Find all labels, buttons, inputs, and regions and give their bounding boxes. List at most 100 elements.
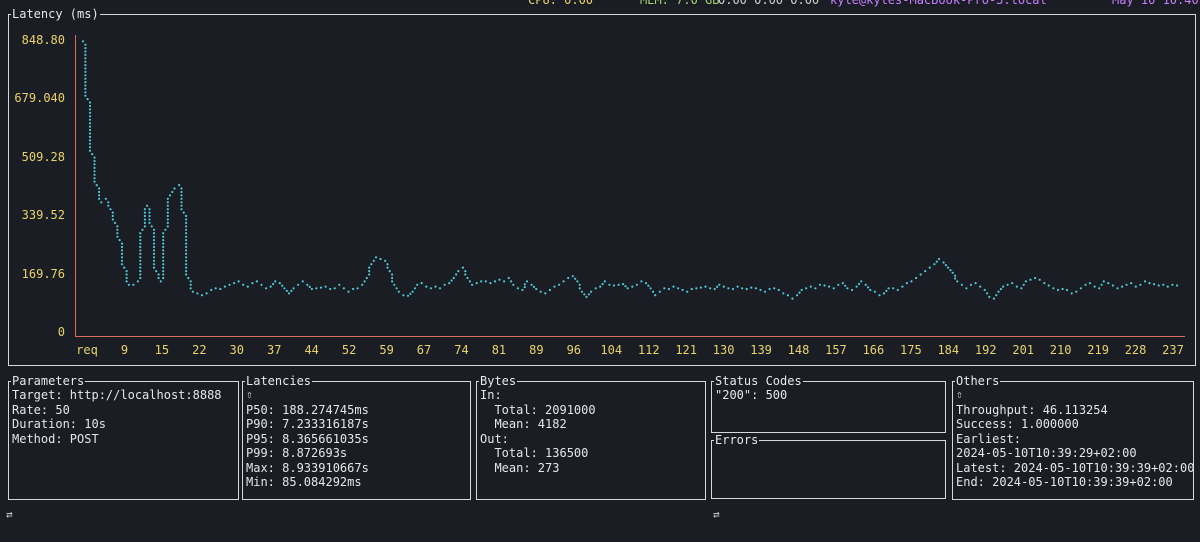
parameters-title: Parameters	[11, 374, 86, 388]
latency-point	[695, 287, 698, 290]
latency-point	[1166, 285, 1169, 288]
latency-point	[507, 276, 510, 280]
latency-point	[731, 287, 735, 291]
latency-point	[704, 285, 707, 288]
latency-point	[143, 211, 146, 214]
latency-point	[452, 276, 455, 280]
latency-point	[84, 60, 87, 63]
latency-point	[523, 283, 526, 286]
latency-point	[223, 285, 226, 288]
latency-point	[709, 287, 712, 290]
latency-point	[461, 266, 464, 269]
latency-point	[1153, 283, 1156, 286]
latency-point	[162, 259, 165, 262]
latency-point	[773, 287, 776, 290]
latency-point	[88, 101, 92, 104]
latency-point	[631, 285, 634, 288]
others-earliest-label: Earliest:	[956, 431, 1022, 446]
latency-point	[603, 280, 606, 283]
latency-point	[480, 280, 483, 283]
status-codes-body: "200": 500	[715, 388, 787, 403]
latency-point	[180, 194, 183, 197]
clock-status: May 10 10:40	[1112, 0, 1199, 7]
latency-point	[287, 292, 291, 295]
latency-point	[464, 270, 467, 273]
latency-point	[139, 259, 142, 262]
latency-point	[120, 245, 124, 249]
latency-point	[93, 177, 96, 180]
latency-point	[722, 285, 725, 288]
latency-point	[690, 287, 693, 291]
latency-point	[937, 257, 941, 261]
latency-point	[837, 283, 840, 286]
latency-point	[162, 239, 165, 242]
others-earliest-value: 2024-05-10T10:39:29+02:00	[956, 446, 1137, 460]
latency-point	[777, 288, 780, 292]
latency-point	[727, 287, 730, 290]
others-sort-icon[interactable]: ⇧	[956, 388, 1194, 403]
latency-point	[1047, 284, 1050, 287]
latency-point	[667, 287, 671, 291]
latency-point	[127, 283, 130, 286]
x-tick-label: 201	[1012, 343, 1035, 357]
latency-point	[1061, 287, 1064, 291]
latency-point	[521, 288, 524, 292]
latency-point	[148, 211, 151, 214]
latency-point	[272, 282, 275, 286]
latency-point	[372, 259, 375, 262]
latency-point	[947, 266, 950, 269]
latency-point	[185, 259, 188, 262]
latency-point	[148, 218, 151, 221]
latency-point	[180, 187, 183, 190]
latency-panel: Latency (ms) 848.80 679.040 509.28 339.52 16…	[8, 7, 1196, 366]
latency-point	[125, 270, 128, 273]
others-latest: Latest: 2024-05-10T10:39:39+02:00	[956, 460, 1195, 475]
latency-point	[251, 282, 254, 285]
latency-point	[919, 273, 922, 276]
latency-point	[88, 104, 92, 108]
latency-points	[81, 40, 1179, 300]
latency-point	[93, 156, 96, 159]
x-tick-label: 89	[529, 343, 544, 357]
latency-point	[111, 214, 114, 218]
latency-point	[228, 283, 231, 286]
x-tick-label: 30	[229, 343, 245, 357]
latency-point	[800, 288, 803, 292]
latency-point	[233, 282, 236, 285]
latency-point	[342, 287, 345, 290]
latency-point	[741, 287, 744, 290]
latency-point	[139, 235, 142, 238]
latency-point	[84, 67, 87, 70]
latency-point	[995, 294, 998, 297]
latency-point	[1084, 283, 1087, 286]
latency-point	[98, 187, 101, 190]
latencies-sort-icon[interactable]: ⇧	[246, 388, 369, 403]
latency-point	[84, 70, 87, 73]
latency-point	[539, 290, 542, 293]
latency-point	[1034, 276, 1037, 280]
latency-point	[1024, 280, 1027, 283]
latency-point	[120, 263, 124, 266]
scroll-mid-icon[interactable]: ⇄	[713, 508, 720, 521]
latency-point	[869, 288, 872, 292]
latency-point	[189, 280, 192, 283]
latency-point	[434, 285, 437, 288]
x-tick-label: 237	[1162, 343, 1184, 357]
x-tick-label: 37	[267, 343, 282, 357]
latency-point	[448, 282, 451, 285]
latency-point	[489, 282, 492, 285]
latency-point	[148, 221, 151, 224]
x-tick-label: req	[76, 343, 98, 357]
latency-point	[84, 53, 87, 56]
latency-point	[139, 249, 142, 252]
latency-point	[260, 283, 263, 286]
latency-point	[120, 249, 124, 252]
latency-point	[386, 266, 389, 269]
scroll-left-icon[interactable]: ⇄	[6, 508, 13, 521]
latency-point	[107, 204, 110, 207]
latency-point	[219, 287, 222, 291]
latency-point	[578, 283, 581, 286]
latency-point	[626, 287, 629, 290]
latency-point	[464, 273, 467, 276]
latency-point	[1148, 282, 1151, 285]
